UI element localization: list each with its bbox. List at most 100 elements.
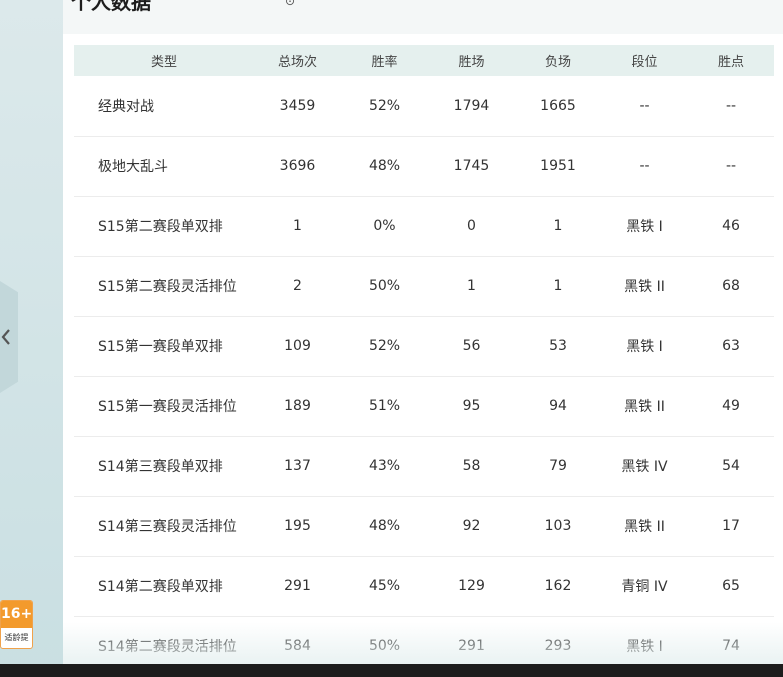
stat-cell: 52% [368,338,401,354]
stat-cell: 58 [462,458,481,474]
table-row: S14第三赛段灵活排位 195 48% 92 103 黑铁 II 17 [74,496,774,556]
table-header-row: 类型 总场次 胜率 胜场 负场 段位 胜点 [74,45,774,76]
stat-cell: 17 [722,518,740,534]
stat-cell: 1 [293,218,302,234]
chevron-left-icon [1,329,10,345]
stat-cell: 黑铁 I [626,639,663,655]
table-row: S14第二赛段灵活排位 584 50% 291 293 黑铁 I 74 [74,616,774,664]
stat-cell: 黑铁 IV [621,459,668,475]
stat-cell: 1951 [540,158,576,174]
column-header: 胜场 [458,55,485,70]
table-row: S15第二赛段单双排 1 0% 0 1 黑铁 I 46 [74,196,774,256]
mode-type-cell: S15第二赛段灵活排位 [98,279,237,295]
stat-cell: 3696 [279,158,316,174]
stat-cell: 109 [284,338,311,354]
stat-cell: 1 [553,218,563,234]
stat-cell: 45% [368,578,401,594]
mode-type-cell: 极地大乱斗 [98,159,168,175]
mode-type-cell: S15第一赛段灵活排位 [98,399,237,415]
stat-cell: 584 [284,638,311,654]
stat-cell: 53 [549,338,567,354]
column-header: 总场次 [277,55,317,70]
stat-cell: 3459 [279,97,316,114]
column-header: 负场 [544,55,571,70]
stat-cell: 95 [462,398,481,414]
stat-cell: 1794 [453,97,490,114]
stat-cell: 51% [368,398,401,414]
column-header: 胜率 [371,55,398,70]
age-rating-label: 适龄提示 [4,633,29,642]
table-body: 经典对战 3459 52% 1794 1665 -- -- 极地大乱斗 3696 48% 1745 1… [74,76,774,664]
section-title: 个人数据 [71,0,151,14]
column-header: 段位 [631,55,658,70]
mode-type-cell: S14第二赛段灵活排位 [98,639,237,655]
stat-cell: 青铜 IV [621,579,668,595]
stat-cell: -- [639,158,650,174]
stat-cell: -- [725,158,737,174]
stat-cell: 52% [368,97,401,114]
stat-cell: 68 [722,278,740,294]
table-row: 经典对战 3459 52% 1794 1665 -- -- [74,76,774,136]
stat-cell: 291 [458,638,485,654]
stat-cell: 79 [549,458,567,474]
stat-cell: -- [725,97,737,114]
stat-cell: 2 [293,278,302,294]
stat-cell: 黑铁 II [624,399,665,415]
stat-cell: 0% [373,218,396,234]
stat-cell: 黑铁 I [626,339,663,355]
age-rating-org: CADPA [4,619,29,627]
stat-cell: 92 [462,518,481,534]
mode-type-cell: 经典对战 [98,98,154,115]
stat-cell: 189 [284,398,311,414]
mode-type-cell: S15第一赛段单双排 [98,339,223,355]
stat-cell: 103 [544,518,572,534]
stat-cell: 48% [368,518,401,534]
stat-cell: 1 [467,278,476,294]
stat-cell: 195 [284,518,311,534]
mode-type-cell: S14第三赛段单双排 [98,459,223,475]
stat-cell: 46 [722,218,740,234]
column-header: 类型 [150,55,177,70]
stat-cell: 63 [722,338,740,354]
stats-table: 类型 总场次 胜率 胜场 负场 段位 胜点 经典对战 3459 52% 1794 1665 -- -- 极… [74,45,774,664]
stat-cell: 50% [368,638,401,654]
stat-cell: 291 [284,578,311,594]
mode-type-cell: S14第三赛段灵活排位 [98,519,237,535]
table-row: S14第二赛段单双排 291 45% 129 162 青铜 IV 65 [74,556,774,616]
header-info-icon[interactable]: ⊙ [285,0,295,8]
stat-cell: 1 [553,278,563,294]
mode-type-cell: S14第二赛段单双排 [98,579,223,595]
stat-cell: 56 [462,338,481,354]
stat-cell: 43% [368,458,401,474]
stat-cell: 65 [722,578,740,594]
stat-cell: 74 [722,638,740,654]
table-row: S15第一赛段单双排 109 52% 56 53 黑铁 I 63 [74,316,774,376]
stat-cell: 162 [544,578,572,594]
stat-cell: 48% [368,158,401,174]
stat-cell: 黑铁 II [624,279,665,295]
stat-cell: 54 [722,458,740,474]
stat-cell: -- [639,97,650,114]
column-header: 胜点 [717,55,744,70]
stat-cell: 94 [549,398,567,414]
bottom-bar [0,664,783,677]
prev-page-button[interactable] [0,281,18,393]
stat-cell: 黑铁 I [626,219,663,235]
age-rating-badge: 16+ CADPA 适龄提示 [0,600,33,649]
stat-cell: 49 [722,398,740,414]
table-row: S15第二赛段灵活排位 2 50% 1 1 黑铁 II 68 [74,256,774,316]
table-row: 极地大乱斗 3696 48% 1745 1951 -- -- [74,136,774,196]
stat-cell: 1665 [540,97,576,114]
stat-cell: 137 [284,458,311,474]
stats-panel: 类型 总场次 胜率 胜场 负场 段位 胜点 经典对战 3459 52% 1794 1665 -- -- 极… [63,34,783,664]
mode-type-cell: S15第二赛段单双排 [98,219,223,235]
stat-cell: 0 [467,218,476,234]
stat-cell: 50% [368,278,401,294]
table-row: S14第三赛段单双排 137 43% 58 79 黑铁 IV 54 [74,436,774,496]
stat-cell: 129 [458,578,485,594]
stat-cell: 黑铁 II [624,519,665,535]
table-row: S15第一赛段灵活排位 189 51% 95 94 黑铁 II 49 [74,376,774,436]
stat-cell: 293 [544,638,572,654]
section-header: 个人数据 ⊙ [63,0,783,34]
stat-cell: 1745 [453,158,490,174]
